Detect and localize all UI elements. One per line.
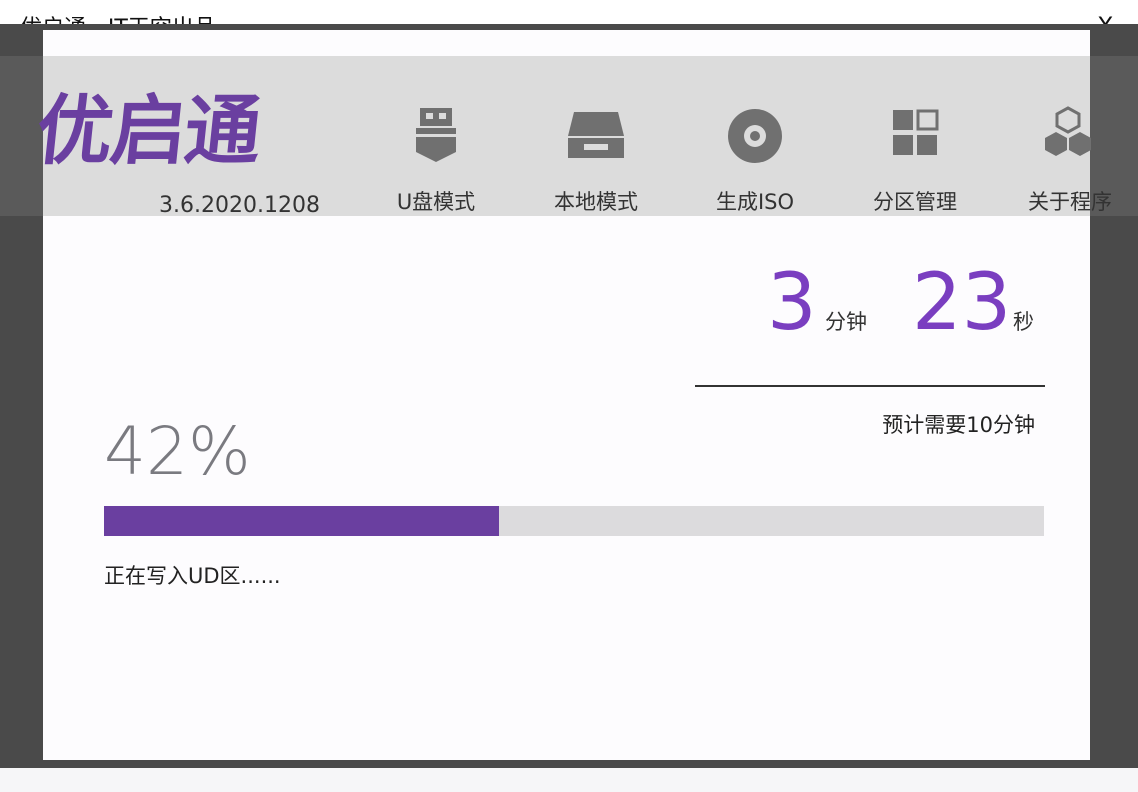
progress-dialog: 优启通 3.6.2020.1208 U盘模式 本地模式 生成ISO 分区管理 关… — [32, 30, 1112, 760]
partition-grid-icon — [893, 109, 939, 155]
nav-label: 关于程序 — [1028, 190, 1112, 214]
app-logo: 优启通 — [32, 86, 264, 175]
nav-create-iso[interactable]: 生成ISO — [695, 104, 815, 214]
nav-partition-manager[interactable]: 分区管理 — [855, 104, 975, 214]
timer-minutes-unit: 分钟 — [825, 310, 867, 334]
nav-usb-mode[interactable]: U盘模式 — [376, 104, 496, 214]
bottom-strip — [0, 768, 1138, 792]
nav-local-mode[interactable]: 本地模式 — [536, 104, 656, 214]
usb-drive-icon — [416, 108, 456, 162]
nav-label: 本地模式 — [554, 190, 638, 214]
app-header: 优启通 3.6.2020.1208 U盘模式 本地模式 生成ISO 分区管理 关… — [32, 56, 1112, 218]
timer-minutes: 3 — [767, 258, 817, 348]
hexagons-icon — [1045, 106, 1091, 156]
nav-label: 生成ISO — [715, 190, 795, 214]
progress-status: 正在写入UD区...... — [104, 564, 281, 588]
nav-label: U盘模式 — [396, 190, 476, 214]
timer-seconds-unit: 秒 — [1013, 310, 1034, 334]
estimated-time: 预计需要10分钟 — [882, 413, 1035, 437]
hard-drive-icon — [568, 112, 624, 158]
app-version: 3.6.2020.1208 — [159, 193, 320, 218]
disc-icon — [728, 109, 782, 163]
nav-label: 分区管理 — [873, 190, 957, 214]
elapsed-timer: 3 分钟 23 秒 — [720, 258, 1050, 348]
timer-divider — [695, 385, 1045, 387]
progress-percent: 42% — [104, 413, 251, 490]
progress-bar-fill — [104, 506, 499, 536]
nav-about[interactable]: 关于程序 — [1008, 104, 1128, 214]
timer-seconds: 23 — [912, 258, 1012, 348]
progress-bar — [104, 506, 1044, 536]
